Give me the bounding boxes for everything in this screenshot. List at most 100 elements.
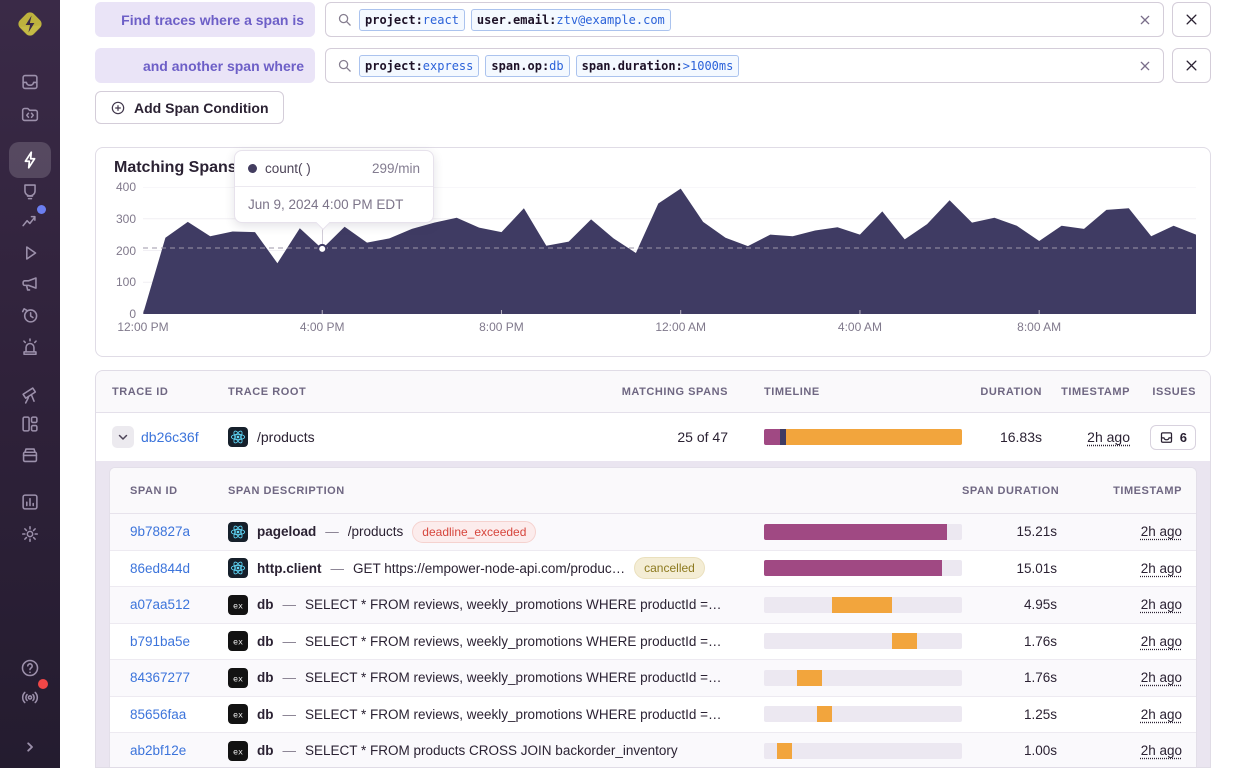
span-description: SELECT * FROM reviews, weekly_promotions… <box>305 707 722 722</box>
sidebar-item-telescope[interactable] <box>16 380 44 408</box>
trace-issues-button[interactable]: 6 <box>1150 425 1196 450</box>
remove-condition-button-1[interactable] <box>1172 2 1211 37</box>
sidebar <box>0 0 60 768</box>
help-circle-icon <box>19 657 41 679</box>
sidebar-item-chevron-right[interactable] <box>16 733 44 761</box>
sidebar-item-chart-line[interactable] <box>16 207 44 235</box>
col-issues: ISSUES <box>1130 386 1196 398</box>
span-timestamp[interactable]: 2h ago <box>1141 524 1182 539</box>
close-icon <box>1184 12 1199 27</box>
svg-text:ex: ex <box>233 673 243 683</box>
span-duration-bar <box>764 706 962 722</box>
span-row[interactable]: 84367277 ex db — SELECT * FROM reviews, … <box>110 660 1196 697</box>
trace-timestamp[interactable]: 2h ago <box>1087 429 1130 445</box>
y-axis-tick: 300 <box>102 212 136 226</box>
span-op: pageload <box>257 524 316 539</box>
sidebar-item-archive-box[interactable] <box>16 441 44 469</box>
sidebar-item-lightning[interactable] <box>16 146 44 174</box>
span-row[interactable]: 86ed844d http.client — GET https://empow… <box>110 551 1196 588</box>
projector-icon <box>19 180 41 202</box>
remove-condition-button-2[interactable] <box>1172 48 1211 83</box>
sidebar-item-broadcast[interactable] <box>16 683 44 711</box>
span-row[interactable]: 85656faa ex db — SELECT * FROM reviews, … <box>110 697 1196 734</box>
sidebar-item-code-folder[interactable] <box>16 100 44 128</box>
collapse-trace-button[interactable] <box>112 426 134 448</box>
span-id-link[interactable]: a07aa512 <box>130 597 190 612</box>
trace-id-link[interactable]: db26c36f <box>141 429 199 445</box>
timeline-segment <box>786 429 962 445</box>
filter-token[interactable]: project:express <box>359 55 479 77</box>
series-dot <box>248 164 257 173</box>
react-platform-icon <box>228 558 248 578</box>
col-span-duration: SPAN DURATION <box>962 485 1057 497</box>
col-duration: DURATION <box>962 386 1042 398</box>
sidebar-item-inbox[interactable] <box>16 68 44 96</box>
span-timestamp[interactable]: 2h ago <box>1141 634 1182 649</box>
react-platform-icon <box>228 522 248 542</box>
span-timestamp[interactable]: 2h ago <box>1141 743 1182 758</box>
span-duration-bar <box>764 743 962 759</box>
sidebar-item-play[interactable] <box>16 239 44 267</box>
sidebar-item-layout[interactable] <box>16 410 44 438</box>
query-label-span-is: Find traces where a span is <box>95 2 315 37</box>
span-timestamp[interactable]: 2h ago <box>1141 561 1182 576</box>
span-search-input-1[interactable]: project:react user.email:ztv@example.com <box>325 2 1164 37</box>
span-timestamp[interactable]: 2h ago <box>1141 597 1182 612</box>
span-id-link[interactable]: 85656faa <box>130 707 186 722</box>
lightning-icon <box>19 149 41 171</box>
span-id-link[interactable]: b791ba5e <box>130 634 190 649</box>
sidebar-item-clock-rewind[interactable] <box>16 301 44 329</box>
span-description: SELECT * FROM reviews, weekly_promotions… <box>305 670 722 685</box>
filter-token[interactable]: span.op:db <box>485 55 569 77</box>
chart-title: Matching Spans <box>114 159 237 177</box>
y-axis-tick: 400 <box>102 180 136 194</box>
trace-root-name: /products <box>257 429 315 445</box>
span-row[interactable]: b791ba5e ex db — SELECT * FROM reviews, … <box>110 624 1196 661</box>
sidebar-item-bar-chart[interactable] <box>16 488 44 516</box>
x-axis-tick: 4:00 AM <box>838 320 882 334</box>
add-span-condition-button[interactable]: Add Span Condition <box>95 91 284 124</box>
span-timestamp[interactable]: 2h ago <box>1141 707 1182 722</box>
span-row[interactable]: ab2bf12e ex db — SELECT * FROM products … <box>110 733 1196 768</box>
span-timestamp[interactable]: 2h ago <box>1141 670 1182 685</box>
span-id-link[interactable]: 9b78827a <box>130 524 190 539</box>
span-id-link[interactable]: ab2bf12e <box>130 743 186 758</box>
sidebar-item-siren[interactable] <box>16 333 44 361</box>
sidebar-item-projector[interactable] <box>16 177 44 205</box>
span-search-input-2[interactable]: project:express span.op:db span.duration:>… <box>325 48 1164 83</box>
span-op: db <box>257 597 274 612</box>
filter-token[interactable]: span.duration:>1000ms <box>576 55 740 77</box>
express-platform-icon: ex <box>228 704 248 724</box>
tooltip-value: 299/min <box>372 161 420 176</box>
timeline-segment <box>764 429 780 445</box>
span-duration: 4.95s <box>962 597 1057 612</box>
query-label-another-span: and another span where <box>95 48 315 83</box>
clear-search-icon[interactable] <box>1137 58 1153 74</box>
sentry-logo[interactable] <box>12 6 48 42</box>
sidebar-item-help-circle[interactable] <box>16 654 44 682</box>
x-axis-tick: 12:00 PM <box>117 320 168 334</box>
span-duration: 1.76s <box>962 670 1057 685</box>
traces-table: TRACE ID TRACE ROOT MATCHING SPANS TIMEL… <box>95 370 1211 768</box>
y-axis-tick: 200 <box>102 244 136 258</box>
x-axis-tick: 8:00 PM <box>479 320 524 334</box>
span-id-link[interactable]: 86ed844d <box>130 561 190 576</box>
bar-chart-icon <box>19 491 41 513</box>
notification-dot <box>38 679 48 689</box>
span-row[interactable]: a07aa512 ex db — SELECT * FROM reviews, … <box>110 587 1196 624</box>
col-trace-id: TRACE ID <box>112 386 228 398</box>
span-op: db <box>257 670 274 685</box>
clear-search-icon[interactable] <box>1137 12 1153 28</box>
span-description: SELECT * FROM products CROSS JOIN backor… <box>305 743 678 758</box>
trace-row[interactable]: db26c36f /products 25 of 47 16.83s 2h ag… <box>96 413 1210 461</box>
search-tokens-1: project:react user.email:ztv@example.com <box>359 9 1130 31</box>
span-duration-bar <box>764 524 962 540</box>
expanded-trace-section: SPAN ID SPAN DESCRIPTION SPAN DURATION T… <box>96 461 1210 768</box>
filter-token[interactable]: user.email:ztv@example.com <box>471 9 671 31</box>
filter-token[interactable]: project:react <box>359 9 465 31</box>
span-id-link[interactable]: 84367277 <box>130 670 190 685</box>
span-row[interactable]: 9b78827a pageload — /productsdeadline_ex… <box>110 514 1196 551</box>
sidebar-item-megaphone[interactable] <box>16 270 44 298</box>
sidebar-item-gear[interactable] <box>16 520 44 548</box>
play-icon <box>19 242 41 264</box>
